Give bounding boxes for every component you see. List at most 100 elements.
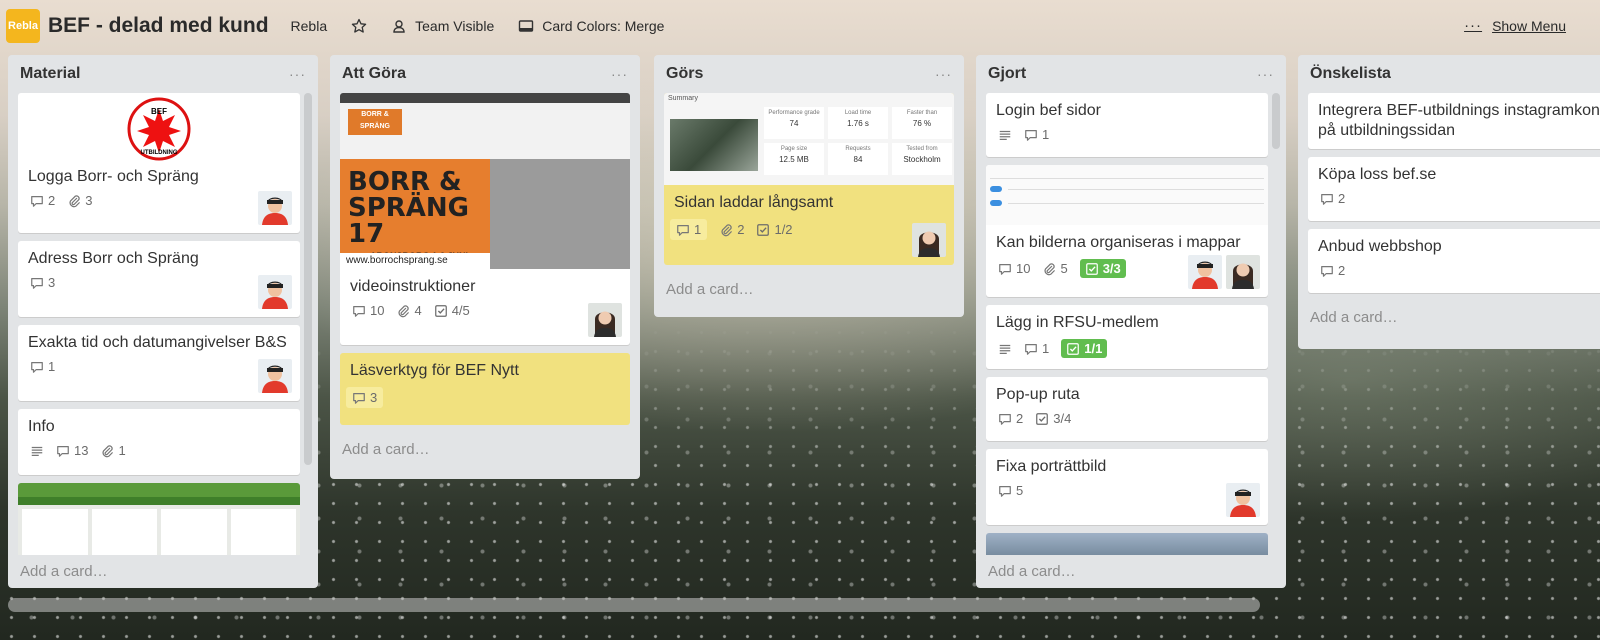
cover-metric: Page size 12.5 MB: [764, 143, 824, 175]
card-title: Köpa loss bef.se: [1318, 166, 1437, 183]
card-title: videoinstruktioner: [350, 278, 476, 295]
comment-icon: [56, 444, 70, 458]
list-onskelista[interactable]: Önskelista Integrera BEF-utbildnings ins…: [1298, 55, 1600, 349]
attachment-icon: [67, 194, 81, 208]
card-cover: BORR & SPRÄNG BORR & SPRÄNG 17 ARONSBORG…: [340, 93, 630, 269]
add-card-button[interactable]: Add a card…: [1298, 301, 1600, 338]
list-material[interactable]: Material ··· BEF UTBILDNING Logga Borr- …: [8, 55, 318, 588]
add-card-button[interactable]: Add a card…: [330, 433, 640, 470]
card-colors-icon: [519, 20, 534, 32]
avatar[interactable]: [258, 191, 292, 225]
list-gors[interactable]: Görs ··· Summary Performance grade 74 Load…: [654, 55, 964, 317]
card-kopa-loss[interactable]: Köpa loss bef.se 2: [1308, 157, 1600, 221]
comment-icon: [352, 304, 366, 318]
card-trello-screenshot-cover[interactable]: [18, 483, 300, 555]
add-card-button[interactable]: Add a card…: [8, 555, 318, 592]
list-att-gora[interactable]: Att Göra ··· BORR & SPRÄNG BORR & SPRÄNG…: [330, 55, 640, 479]
avatar[interactable]: [1188, 255, 1222, 289]
board-icon[interactable]: Rebla: [6, 9, 40, 43]
cover-logo: BORR & SPRÄNG: [348, 109, 402, 135]
board-title[interactable]: BEF - delad med kund: [48, 14, 269, 38]
card-sidan-laddar[interactable]: Summary Performance grade 74 Load time 1.76…: [664, 93, 954, 265]
list-menu-icon[interactable]: ···: [289, 66, 306, 82]
card-integrera-instagram[interactable]: Integrera BEF-utbildnings instagramkonto…: [1308, 93, 1600, 149]
card-lasverktyg[interactable]: Läsverktyg för BEF Nytt 3: [340, 353, 630, 425]
list-menu-icon[interactable]: ···: [935, 66, 952, 82]
avatar[interactable]: [912, 223, 946, 257]
board-horizontal-scrollbar[interactable]: [8, 598, 1260, 612]
card-info[interactable]: Info 13 1: [18, 409, 300, 475]
comments-badge: 2: [1320, 263, 1345, 278]
avatar[interactable]: [1226, 483, 1260, 517]
team-button[interactable]: Rebla: [291, 18, 328, 34]
list-title[interactable]: Material: [20, 65, 80, 83]
attachments-badge: 2: [719, 222, 744, 237]
comment-icon: [1320, 264, 1334, 278]
card-title: Integrera BEF-utbildnings instagramkonto…: [1318, 102, 1600, 139]
list-title[interactable]: Gjort: [988, 65, 1026, 83]
avatar[interactable]: [1226, 255, 1260, 289]
card-bilderna-mappar[interactable]: Kan bilderna organiseras i mappar 10 5 3…: [986, 165, 1268, 297]
attachment-icon: [719, 223, 733, 237]
card-cover: Summary Performance grade 74 Load time 1.76…: [664, 93, 954, 185]
list-menu-icon[interactable]: ···: [1257, 66, 1274, 82]
comment-icon: [30, 194, 44, 208]
list-title[interactable]: Görs: [666, 65, 703, 83]
add-card-button[interactable]: Add a card…: [654, 273, 964, 310]
comments-badge: 13: [56, 443, 88, 458]
comment-icon: [30, 276, 44, 290]
card-colors-button[interactable]: Card Colors: Merge: [518, 18, 664, 34]
card-image-cover-partial[interactable]: [986, 533, 1268, 555]
attachment-icon: [1042, 262, 1056, 276]
description-icon: [998, 128, 1012, 142]
bef-logo-icon: BEF UTBILDNING: [127, 97, 191, 161]
card-portrattbild[interactable]: Fixa porträttbild 5: [986, 449, 1268, 525]
checklist-complete-badge: 3/3: [1079, 259, 1126, 278]
attachments-badge: 3: [67, 193, 92, 208]
comments-badge: 10: [998, 261, 1030, 276]
checklist-icon: [756, 223, 770, 237]
avatar[interactable]: [258, 275, 292, 309]
list-menu-icon[interactable]: ···: [611, 66, 628, 82]
list-scrollbar[interactable]: [304, 93, 312, 465]
description-icon: [998, 342, 1012, 356]
comment-icon: [998, 262, 1012, 276]
card-exakta-tid[interactable]: Exakta tid och datumangivelser B&S 1: [18, 325, 300, 401]
card-title: Fixa porträttbild: [996, 458, 1107, 475]
comment-icon: [352, 391, 366, 405]
list-title[interactable]: Önskelista: [1310, 65, 1391, 83]
avatar[interactable]: [588, 303, 622, 337]
list-scrollbar[interactable]: [1272, 93, 1280, 149]
show-menu-button[interactable]: ··· Show Menu: [1464, 17, 1566, 34]
card-title: Pop-up ruta: [996, 386, 1080, 403]
card-logga[interactable]: BEF UTBILDNING Logga Borr- och Spräng 2 …: [18, 93, 300, 233]
card-videoinstruktioner[interactable]: BORR & SPRÄNG BORR & SPRÄNG 17 ARONSBORG…: [340, 93, 630, 345]
cover-banner: BORR & SPRÄNG 17 ARONSBORG 1-2 JUNI www.…: [340, 159, 490, 269]
attachments-badge: 5: [1042, 261, 1068, 276]
description-badge: [998, 342, 1012, 356]
card-login-bef[interactable]: Login bef sidor 1: [986, 93, 1268, 157]
visibility-button[interactable]: Team Visible: [391, 18, 494, 34]
star-icon: [351, 18, 367, 33]
card-anbud-webbshop[interactable]: Anbud webbshop 2: [1308, 229, 1600, 293]
card-rfsu-medlem[interactable]: Lägg in RFSU-medlem 1 1/1: [986, 305, 1268, 369]
svg-text:UTBILDNING: UTBILDNING: [141, 150, 178, 156]
card-cover: BEF UTBILDNING: [18, 93, 300, 165]
comment-icon: [1024, 342, 1038, 356]
card-popup-ruta[interactable]: Pop-up ruta 2 3/4: [986, 377, 1268, 441]
attachment-icon: [396, 304, 410, 318]
comments-badge: 2: [1320, 191, 1345, 206]
cover-metric: Requests 84: [828, 143, 888, 175]
comment-icon: [30, 360, 44, 374]
card-title: Sidan laddar långsamt: [674, 194, 834, 211]
avatar[interactable]: [258, 359, 292, 393]
card-adress[interactable]: Adress Borr och Spräng 3: [18, 241, 300, 317]
comments-badge: 5: [998, 483, 1023, 498]
list-title[interactable]: Att Göra: [342, 65, 406, 83]
star-button[interactable]: [351, 18, 367, 34]
add-card-button[interactable]: Add a card…: [976, 555, 1286, 592]
checklist-icon: [1066, 342, 1080, 356]
list-gjort[interactable]: Gjort ··· Login bef sidor 1 Kan bilderna…: [976, 55, 1286, 588]
card-cover: [986, 165, 1268, 225]
svg-text:BEF: BEF: [151, 107, 167, 116]
